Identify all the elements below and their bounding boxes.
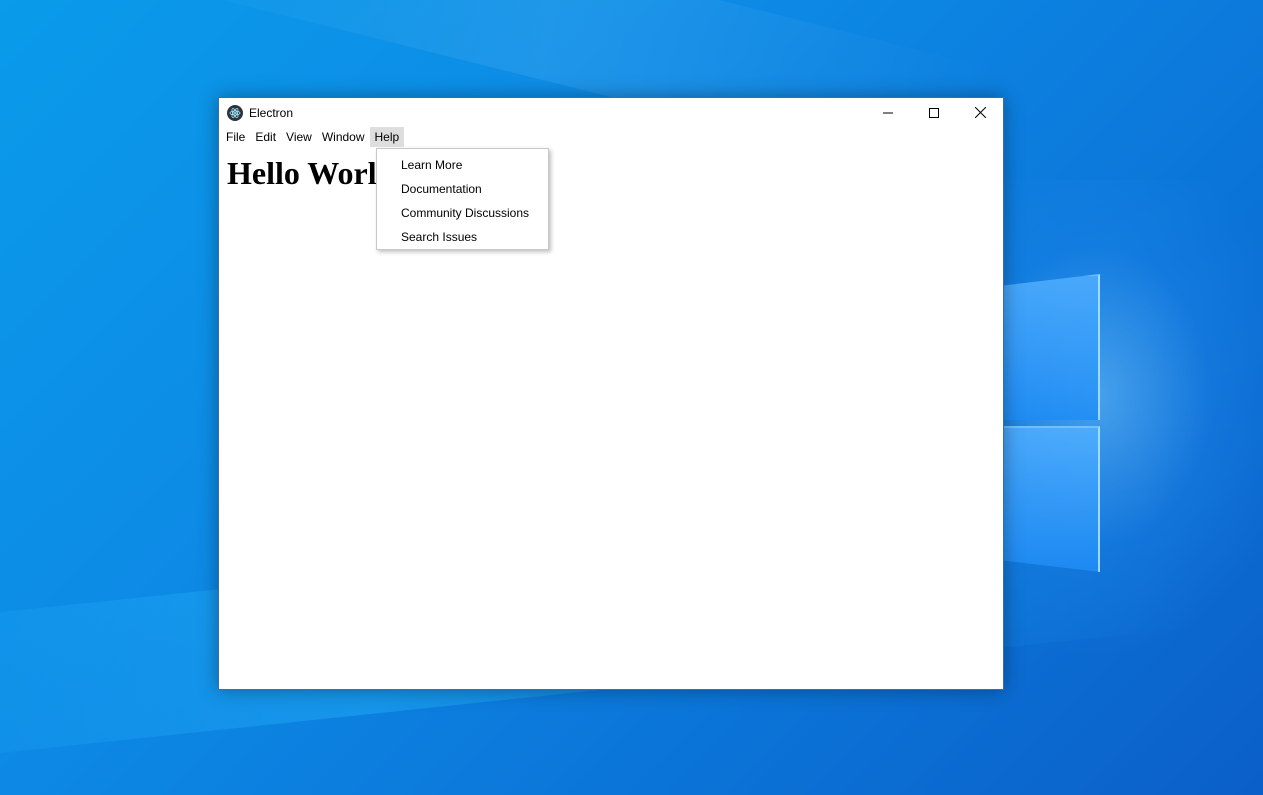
menu-item-community-discussions[interactable]: Community Discussions (377, 201, 548, 225)
maximize-button[interactable] (911, 98, 957, 127)
page-heading: Hello World (227, 155, 395, 191)
help-dropdown-menu: Learn More Documentation Community Discu… (376, 148, 549, 250)
minimize-icon (883, 112, 893, 113)
menu-help[interactable]: Help (369, 127, 405, 147)
menu-edit[interactable]: Edit (250, 127, 281, 147)
windows-logo-pane (1002, 274, 1100, 420)
title-bar[interactable]: Electron (219, 98, 1003, 127)
close-button[interactable] (957, 98, 1003, 127)
menu-view[interactable]: View (281, 127, 317, 147)
close-icon (974, 107, 986, 118)
page-content: Hello World (219, 153, 1003, 193)
menu-bar: File Edit View Window Help (219, 127, 1003, 147)
maximize-icon (929, 107, 939, 118)
window-title: Electron (249, 105, 294, 120)
menu-file[interactable]: File (221, 127, 250, 147)
menu-window[interactable]: Window (317, 127, 370, 147)
wallpaper-glow (960, 180, 1263, 660)
minimize-button[interactable] (865, 98, 911, 127)
window-controls (865, 98, 1003, 127)
app-window: Electron File Edit View Window Help Hell… (218, 97, 1004, 690)
menu-item-learn-more[interactable]: Learn More (377, 153, 548, 177)
electron-logo-icon (227, 104, 243, 121)
menu-item-documentation[interactable]: Documentation (377, 177, 548, 201)
windows-logo-pane (1002, 426, 1100, 572)
menu-item-search-issues[interactable]: Search Issues (377, 225, 548, 249)
